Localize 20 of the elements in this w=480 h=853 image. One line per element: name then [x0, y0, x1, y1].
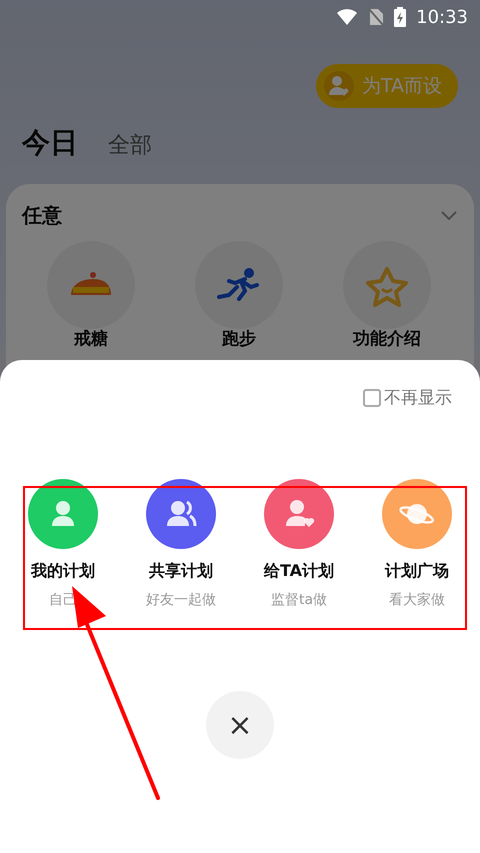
tab[interactable]: 今日	[22, 124, 78, 162]
battery-charging-icon	[394, 7, 406, 27]
close-button[interactable]: ×	[206, 691, 274, 759]
chevron-down-icon	[440, 210, 458, 222]
wifi-icon	[336, 9, 358, 25]
dont-show-again-checkbox[interactable]: 不再显示	[363, 386, 452, 409]
option-subtitle: 看大家做	[389, 591, 445, 609]
option-subtitle: 监督ta做	[270, 591, 328, 609]
item-label: 功能介绍	[353, 328, 421, 350]
option-title: 我的计划	[31, 561, 95, 582]
option-title: 计划广场	[385, 561, 449, 582]
tab[interactable]: 全部	[108, 130, 152, 160]
option-subtitle: 好友一起做	[146, 591, 216, 609]
option-title: 共享计划	[149, 561, 213, 582]
no-sim-icon	[368, 8, 384, 26]
clock-time: 10:33	[416, 6, 468, 28]
item-label: 跑步	[222, 328, 256, 350]
item-label: 戒糖	[74, 328, 108, 350]
section-title: 任意	[22, 202, 62, 229]
option-title: 给TA计划	[264, 561, 334, 582]
